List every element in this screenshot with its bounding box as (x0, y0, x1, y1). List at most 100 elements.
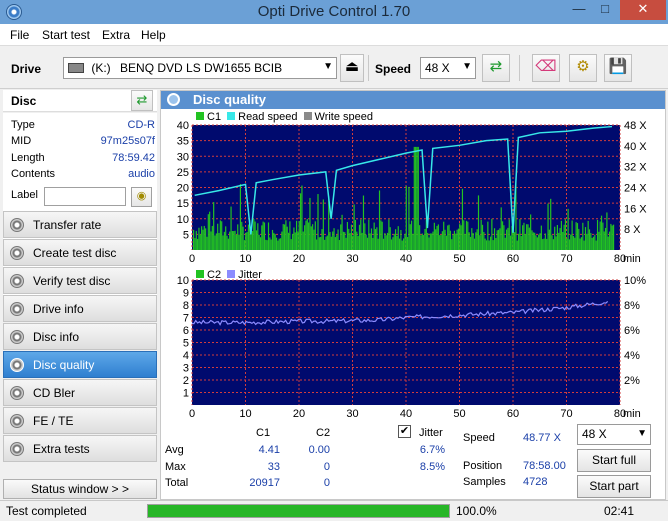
jitter-header: Jitter (419, 427, 443, 439)
x-tick-label: 20 (293, 408, 305, 420)
nav-verify-test-disc[interactable]: Verify test disc (3, 267, 157, 294)
max-c2: 0 (323, 461, 330, 473)
disc-row-label: Label ◉ (11, 187, 155, 207)
main-panel: Disc quality C1 Read speed Write speed 0… (160, 90, 666, 500)
y-right-tick-label: 6% (624, 325, 640, 337)
disc-quality-icon (167, 93, 180, 106)
disc-title: Disc (11, 94, 37, 108)
disc-refresh-icon[interactable]: ⇄ (131, 90, 153, 111)
c2-chart-svg: 0 10 20 30 40 50 60 70 80min123456789102%4%6%8%1… (177, 275, 646, 420)
disc-icon (10, 218, 24, 232)
menu-start-test[interactable]: Start test (42, 28, 90, 42)
y-tick-label: 7 (183, 313, 189, 325)
settings-icon[interactable]: ⚙ (569, 54, 597, 82)
menu-help[interactable]: Help (141, 28, 166, 42)
chevron-down-icon: ▼ (323, 61, 333, 72)
speed-select[interactable]: 48 X ▼ (420, 57, 476, 79)
y-tick-label: 3 (183, 363, 189, 375)
avg-jitter: 6.7% (419, 444, 445, 456)
nav-drive-info[interactable]: Drive info (3, 295, 157, 322)
label-apply-icon[interactable]: ◉ (131, 187, 152, 207)
avg-c1: 4.41 (258, 444, 280, 456)
y-right-tick-label: 10% (624, 275, 646, 287)
y-tick-label: 1 (183, 388, 189, 400)
max-c1: 33 (267, 461, 280, 473)
drive-icon (68, 63, 84, 73)
y-right-tick-label: 2% (624, 375, 640, 387)
refresh-icon[interactable]: ⇄ (482, 54, 510, 82)
nav-extra-tests[interactable]: Extra tests (3, 435, 157, 462)
status-text: Test completed (6, 504, 87, 518)
start-full-button[interactable]: Start full (577, 449, 651, 472)
y-right-tick-label: 8% (624, 300, 640, 312)
row-max-label: Max (165, 461, 186, 473)
left-panel: Disc ⇄ Type CD-R MID 97m25s07f Length 78:59… (0, 90, 160, 500)
y-tick-label: 5 (183, 338, 189, 350)
chevron-down-icon: ▼ (637, 428, 647, 439)
disc-row-mid: MID 97m25s07f (11, 135, 155, 147)
col-c1-header: C1 (256, 427, 271, 439)
erase-icon[interactable]: ⌫ (532, 54, 560, 82)
maximize-button[interactable]: □ (592, 0, 618, 20)
nav-cd-bler[interactable]: CD Bler (3, 379, 157, 406)
x-tick-label: 10 (239, 253, 251, 265)
toolbar: Drive (K:) BENQ DVD LS DW1655 BCIB ▼ ⏏ S… (0, 47, 668, 89)
y-tick-label: 25 (177, 167, 189, 179)
x-tick-label: 40 (400, 408, 412, 420)
y-tick-label: 40 (177, 120, 189, 132)
menu-bar: File Start test Extra Help (0, 24, 668, 46)
x-tick-label: 70 (560, 253, 572, 265)
x-unit-label: min (623, 253, 641, 265)
x-tick-label: 30 (346, 253, 358, 265)
test-speed-select[interactable]: 48 X ▼ (577, 424, 651, 445)
y-tick-label: 2 (183, 375, 189, 387)
nav-fe-te[interactable]: FE / TE (3, 407, 157, 434)
y-tick-label: 35 (177, 136, 189, 148)
disc-icon (10, 358, 24, 372)
minimize-button[interactable]: — (566, 0, 592, 20)
drive-name: BENQ DVD LS DW1655 BCIB (120, 61, 283, 75)
label-input[interactable] (44, 187, 126, 206)
disc-icon (10, 302, 24, 316)
x-tick-label: 20 (293, 253, 305, 265)
row-total-label: Total (165, 477, 189, 489)
close-button[interactable]: ✕ (620, 0, 666, 20)
disc-row-type: Type CD-R (11, 119, 155, 131)
drive-select[interactable]: (K:) BENQ DVD LS DW1655 BCIB ▼ (63, 57, 337, 79)
x-tick-label: 30 (346, 408, 358, 420)
y-right-tick-label: 32 X (624, 162, 647, 174)
menu-extra[interactable]: Extra (102, 28, 130, 42)
save-icon[interactable]: 💾 (604, 54, 632, 82)
y-tick-label: 4 (183, 350, 189, 362)
menu-file[interactable]: File (10, 28, 29, 42)
y-right-tick-label: 40 X (624, 141, 647, 153)
nav-disc-quality[interactable]: Disc quality (3, 351, 157, 378)
x-tick-label: 0 (189, 408, 195, 420)
start-part-button[interactable]: Start part (577, 475, 651, 498)
nav-transfer-rate[interactable]: Transfer rate (3, 211, 157, 238)
position-value: 78:58.00 (523, 460, 566, 472)
samples-value: 4728 (523, 476, 548, 488)
disc-quality-header: Disc quality (161, 91, 665, 109)
nav-disc-info[interactable]: Disc info (3, 323, 157, 350)
disc-icon (10, 330, 24, 344)
elapsed-time: 02:41 (604, 504, 635, 518)
x-tick-label: 60 (507, 253, 519, 265)
drive-letter: (K:) (91, 61, 111, 75)
title-bar: Opti Drive Control 1.70 — □ ✕ (0, 0, 668, 24)
col-c2-header: C2 (316, 427, 331, 439)
y-tick-label: 20 (177, 183, 189, 195)
panel-title: Disc quality (193, 92, 266, 107)
y-tick-label: 9 (183, 288, 189, 300)
eject-icon[interactable]: ⏏ (340, 54, 364, 82)
stats-panel: C1 C2 ✔ Jitter Avg 4.41 0.00 6.7% Max 33… (161, 424, 665, 500)
status-window-button[interactable]: Status window > > (3, 479, 157, 499)
jitter-checkbox[interactable]: ✔ (398, 425, 411, 438)
speed-result-label: Speed (463, 432, 495, 444)
position-label: Position (463, 460, 503, 472)
speed-value: 48 X (425, 61, 450, 75)
x-tick-label: 60 (507, 408, 519, 420)
disc-header: Disc ⇄ (3, 90, 157, 112)
y-right-tick-label: 16 X (624, 203, 647, 215)
nav-create-test-disc[interactable]: Create test disc (3, 239, 157, 266)
